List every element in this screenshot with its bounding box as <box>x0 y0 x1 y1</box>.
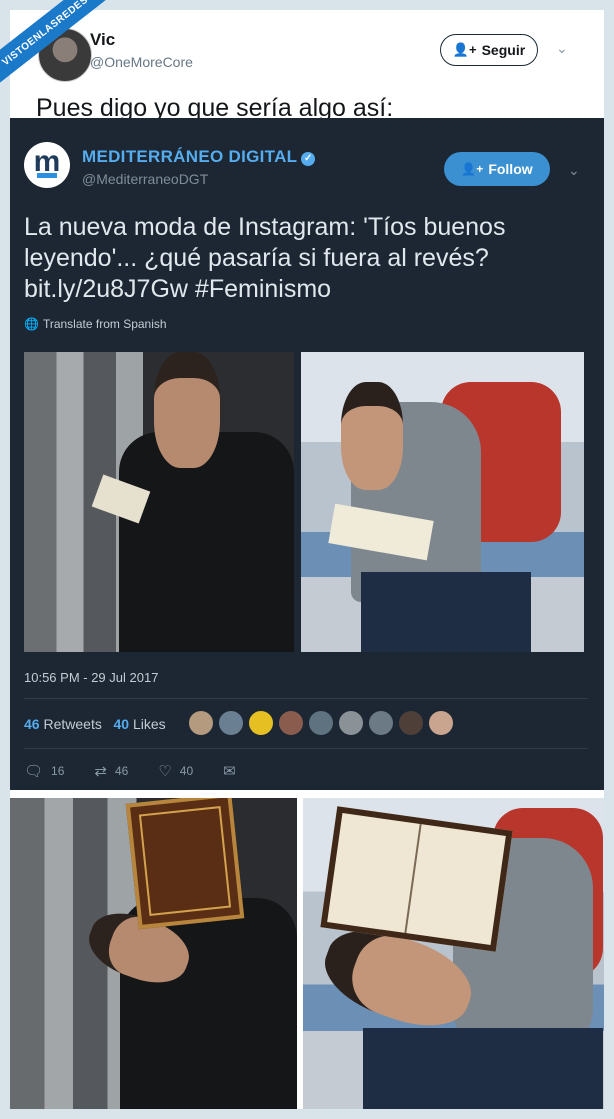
retweet-button[interactable]: ⇄ 46 <box>94 762 128 780</box>
likes-stat[interactable]: 40 Likes <box>114 716 166 732</box>
tweet-photo-2[interactable] <box>301 352 584 652</box>
open-book-head <box>320 806 513 952</box>
embedded-user-handle[interactable]: @MediterraneoDGT <box>82 171 208 187</box>
outer-user-handle[interactable]: @OneMoreCore <box>90 54 193 70</box>
meme-photo-1[interactable] <box>10 798 297 1109</box>
embedded-user-name[interactable]: MEDITERRÁNEO DIGITAL ✓ <box>82 147 316 167</box>
person-plus-icon: 👤+ <box>461 162 484 176</box>
follow-button[interactable]: 👤+ Follow <box>444 152 550 186</box>
tweet-actions: 🗨 16 ⇄ 46 ♡ 40 ✉ <box>24 762 274 780</box>
globe-icon: 🌐 <box>24 317 39 331</box>
avatar[interactable] <box>248 710 274 736</box>
tweet-photo-1[interactable] <box>24 352 294 652</box>
avatar[interactable] <box>218 710 244 736</box>
outer-user-name[interactable]: Vic <box>90 30 115 50</box>
avatar[interactable] <box>308 710 334 736</box>
envelope-icon: ✉ <box>223 763 236 780</box>
reply-icon: 🗨 <box>24 763 44 780</box>
embedded-avatar[interactable]: m <box>24 142 70 188</box>
page-frame: Vic @OneMoreCore 👤+ Seguir ⌄ Pues digo y… <box>0 0 614 1119</box>
meme-photo-2[interactable] <box>303 798 604 1109</box>
seguir-label: Seguir <box>481 42 526 58</box>
seguir-button[interactable]: 👤+ Seguir <box>440 34 538 66</box>
retweets-stat[interactable]: 46 Retweets <box>24 716 102 732</box>
avatar[interactable] <box>188 710 214 736</box>
verified-badge-icon: ✓ <box>301 152 316 166</box>
avatar[interactable] <box>368 710 394 736</box>
avatar[interactable] <box>428 710 454 736</box>
divider <box>24 748 588 749</box>
translate-link[interactable]: 🌐 Translate from Spanish <box>24 317 167 331</box>
avatar[interactable] <box>278 710 304 736</box>
divider <box>24 698 588 699</box>
book-head <box>125 798 245 930</box>
tweet-stats: 46 Retweets 40 Likes <box>24 716 166 732</box>
outer-tweet-card: Vic @OneMoreCore 👤+ Seguir ⌄ Pues digo y… <box>10 10 604 1109</box>
tweet-timestamp[interactable]: 10:56 PM - 29 Jul 2017 <box>24 670 158 685</box>
reply-button[interactable]: 🗨 16 <box>24 762 64 780</box>
embedded-tweet-text: La nueva moda de Instagram: 'Tíos buenos… <box>24 213 506 303</box>
avatar[interactable] <box>398 710 424 736</box>
like-button[interactable]: ♡ 40 <box>158 762 193 780</box>
chevron-down-icon[interactable]: ⌄ <box>568 162 580 179</box>
heart-icon: ♡ <box>158 763 172 780</box>
follow-label: Follow <box>488 161 533 177</box>
embedded-tweet: m MEDITERRÁNEO DIGITAL ✓ @MediterraneoDGT… <box>10 118 604 790</box>
avatar[interactable] <box>338 710 364 736</box>
chevron-down-icon[interactable]: ⌄ <box>556 40 568 57</box>
retweet-icon: ⇄ <box>94 763 107 780</box>
dm-button[interactable]: ✉ <box>223 762 244 780</box>
likers-avatars <box>188 710 454 736</box>
person-plus-icon: 👤+ <box>452 42 477 57</box>
